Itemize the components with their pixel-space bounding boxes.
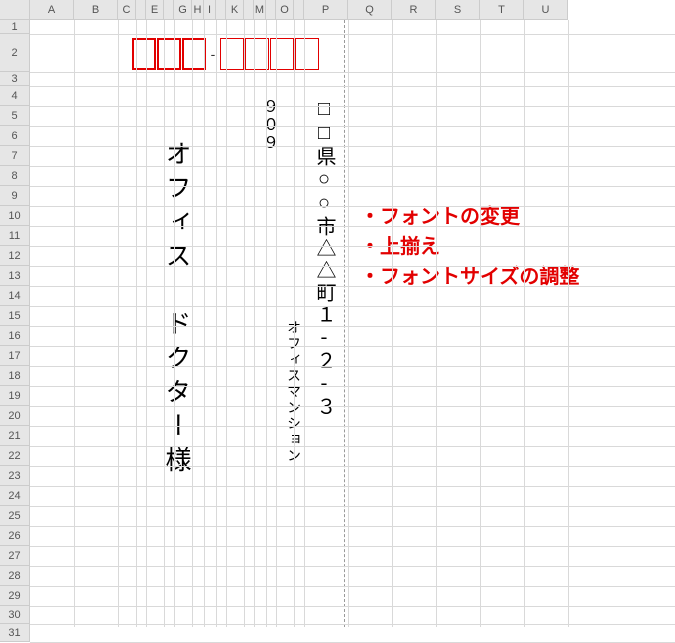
column-header[interactable]: R — [392, 0, 436, 20]
column-header[interactable]: P — [304, 0, 348, 20]
column-header[interactable]: E — [146, 0, 164, 20]
row-header[interactable]: 28 — [0, 566, 30, 586]
row-header[interactable]: 16 — [0, 326, 30, 346]
column-header[interactable] — [216, 0, 226, 20]
column-headers: ABCEGHIKMOPQRSTU — [30, 0, 568, 20]
column-header[interactable] — [244, 0, 254, 20]
row-header[interactable]: 22 — [0, 446, 30, 466]
row-header[interactable]: 13 — [0, 266, 30, 286]
postal-box — [157, 38, 181, 70]
row-header[interactable]: 30 — [0, 606, 30, 624]
column-header[interactable] — [266, 0, 276, 20]
column-header[interactable]: B — [74, 0, 118, 20]
column-header[interactable] — [136, 0, 146, 20]
column-header[interactable]: T — [480, 0, 524, 20]
row-header[interactable]: 9 — [0, 186, 30, 206]
column-header[interactable]: G — [174, 0, 192, 20]
row-header[interactable]: 21 — [0, 426, 30, 446]
page-break-vertical — [344, 20, 345, 627]
row-header[interactable]: 1 — [0, 20, 30, 34]
postal-dash: - — [206, 46, 220, 62]
column-header[interactable] — [294, 0, 304, 20]
row-header[interactable]: 17 — [0, 346, 30, 366]
address-line2: オフィスマンション — [282, 320, 302, 464]
annotation-line: ・フォントの変更 — [360, 200, 520, 229]
row-header[interactable]: 29 — [0, 586, 30, 606]
annotation-line: ・上揃え — [360, 230, 440, 259]
column-header[interactable]: H — [192, 0, 204, 20]
column-header[interactable]: K — [226, 0, 244, 20]
row-header[interactable]: 6 — [0, 126, 30, 146]
column-header[interactable]: M — [254, 0, 266, 20]
postal-box — [295, 38, 319, 70]
spreadsheet: ABCEGHIKMOPQRSTU 12345678910111213141516… — [0, 0, 675, 627]
column-header[interactable]: A — [30, 0, 74, 20]
row-headers: 1234567891011121314151617181920212223242… — [0, 20, 30, 642]
row-header[interactable]: 11 — [0, 226, 30, 246]
row-header[interactable]: 7 — [0, 146, 30, 166]
postal-box — [270, 38, 294, 70]
row-header[interactable]: 27 — [0, 546, 30, 566]
row-header[interactable]: 26 — [0, 526, 30, 546]
cell-grid[interactable]: - □□県○○市△△町１‐２‐３ オフィスマンション ９０９ オフィス ドクター… — [30, 20, 675, 627]
row-header[interactable]: 25 — [0, 506, 30, 526]
row-header[interactable]: 3 — [0, 72, 30, 86]
row-header[interactable]: 10 — [0, 206, 30, 226]
postal-box — [220, 38, 244, 70]
row-header[interactable]: 14 — [0, 286, 30, 306]
column-header[interactable] — [164, 0, 174, 20]
postal-box — [182, 38, 206, 70]
row-header[interactable]: 4 — [0, 86, 30, 106]
row-header[interactable]: 24 — [0, 486, 30, 506]
row-header[interactable]: 12 — [0, 246, 30, 266]
select-all-corner[interactable] — [0, 0, 30, 20]
column-header[interactable]: C — [118, 0, 136, 20]
column-header[interactable]: Q — [348, 0, 392, 20]
column-header[interactable]: S — [436, 0, 480, 20]
row-header[interactable]: 15 — [0, 306, 30, 326]
row-header[interactable]: 5 — [0, 106, 30, 126]
row-header[interactable]: 2 — [0, 34, 30, 72]
row-header[interactable]: 18 — [0, 366, 30, 386]
row-header[interactable]: 8 — [0, 166, 30, 186]
column-header[interactable]: I — [204, 0, 216, 20]
column-header[interactable]: U — [524, 0, 568, 20]
row-header[interactable]: 20 — [0, 406, 30, 426]
row-header[interactable]: 23 — [0, 466, 30, 486]
column-header[interactable]: O — [276, 0, 294, 20]
row-header[interactable]: 19 — [0, 386, 30, 406]
